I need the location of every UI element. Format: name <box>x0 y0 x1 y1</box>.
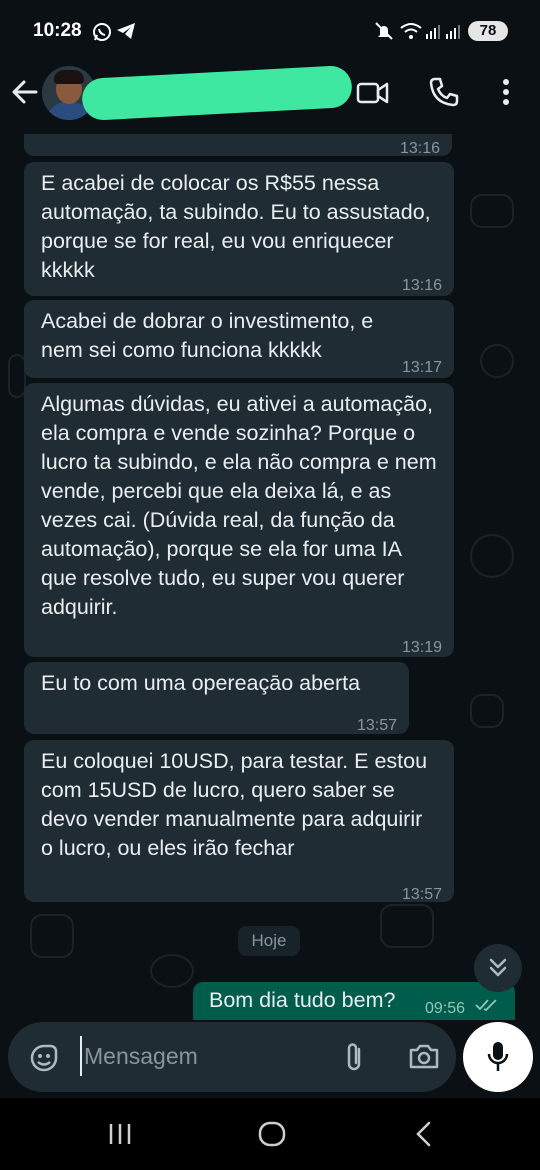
recent-apps-icon[interactable] <box>106 1122 134 1146</box>
composer-box <box>8 1022 456 1092</box>
message-composer <box>0 1020 540 1098</box>
double-chevron-down-icon <box>489 958 507 977</box>
video-call-icon[interactable] <box>356 80 390 106</box>
message-text: Eu to com uma opereaçāo aberta <box>41 671 361 695</box>
message-bubble-outgoing[interactable]: Bom dia tudo bem? 09:56 <box>193 982 515 1020</box>
message-text: Algumas dúvidas, eu ativei a automação, … <box>41 392 437 619</box>
message-bubble-incoming[interactable]: 13:16 <box>24 134 452 157</box>
message-time: 13:17 <box>401 359 442 376</box>
message-input[interactable] <box>80 1036 304 1076</box>
chat-area[interactable]: 13:16 E acabei de colocar os R$55 nessa … <box>0 134 540 1020</box>
voice-call-icon[interactable] <box>428 76 460 108</box>
battery-indicator: 78 <box>468 21 508 41</box>
status-bar: 10:28 78 <box>0 0 540 62</box>
message-text: Acabei de dobrar o investimento, e nem s… <box>41 309 374 362</box>
message-text: Eu coloquei 10USD, para testar. E estou … <box>41 749 428 860</box>
message-text: E acabei de colocar os R$55 nessa automa… <box>41 171 431 282</box>
message-time: 13:57 <box>401 886 442 903</box>
camera-icon[interactable] <box>408 1042 440 1070</box>
message-time: 13:16 <box>401 277 442 294</box>
message-time: 13:16 <box>399 140 440 157</box>
message-bubble-incoming[interactable]: Eu to com uma opereaçāo aberta 13:57 <box>24 662 409 734</box>
message-time: 13:19 <box>401 639 442 656</box>
signal-icon <box>426 25 460 39</box>
telegram-notification-icon <box>117 23 135 39</box>
attach-icon[interactable] <box>342 1040 366 1074</box>
message-text: Bom dia tudo bem? <box>209 988 396 1012</box>
mute-icon <box>375 22 393 40</box>
message-time: 09:56 <box>425 1000 466 1017</box>
wifi-icon <box>400 23 422 39</box>
message-bubble-incoming[interactable]: Algumas dúvidas, eu ativei a automação, … <box>24 383 454 657</box>
scroll-to-bottom-button[interactable] <box>474 944 522 992</box>
status-time: 10:28 <box>33 20 82 41</box>
nav-back-icon[interactable] <box>412 1120 436 1148</box>
message-bubble-incoming[interactable]: Eu coloquei 10USD, para testar. E estou … <box>24 740 454 903</box>
whatsapp-notification-icon <box>93 23 111 41</box>
sticker-emoji-icon[interactable] <box>28 1042 60 1074</box>
message-time: 13:57 <box>356 717 397 734</box>
double-check-icon <box>475 999 497 1012</box>
microphone-icon <box>487 1042 509 1071</box>
message-bubble-incoming[interactable]: Acabei de dobrar o investimento, e nem s… <box>24 300 454 378</box>
home-icon[interactable] <box>257 1120 287 1148</box>
chat-header <box>0 62 540 134</box>
more-vert-icon[interactable] <box>496 76 516 108</box>
back-arrow-icon[interactable] <box>10 74 40 110</box>
contact-name-redaction <box>81 64 353 122</box>
voice-message-button[interactable] <box>463 1022 533 1092</box>
message-bubble-incoming[interactable]: E acabei de colocar os R$55 nessa automa… <box>24 162 454 296</box>
system-navigation-bar <box>0 1098 540 1170</box>
date-separator: Hoje <box>238 926 300 956</box>
